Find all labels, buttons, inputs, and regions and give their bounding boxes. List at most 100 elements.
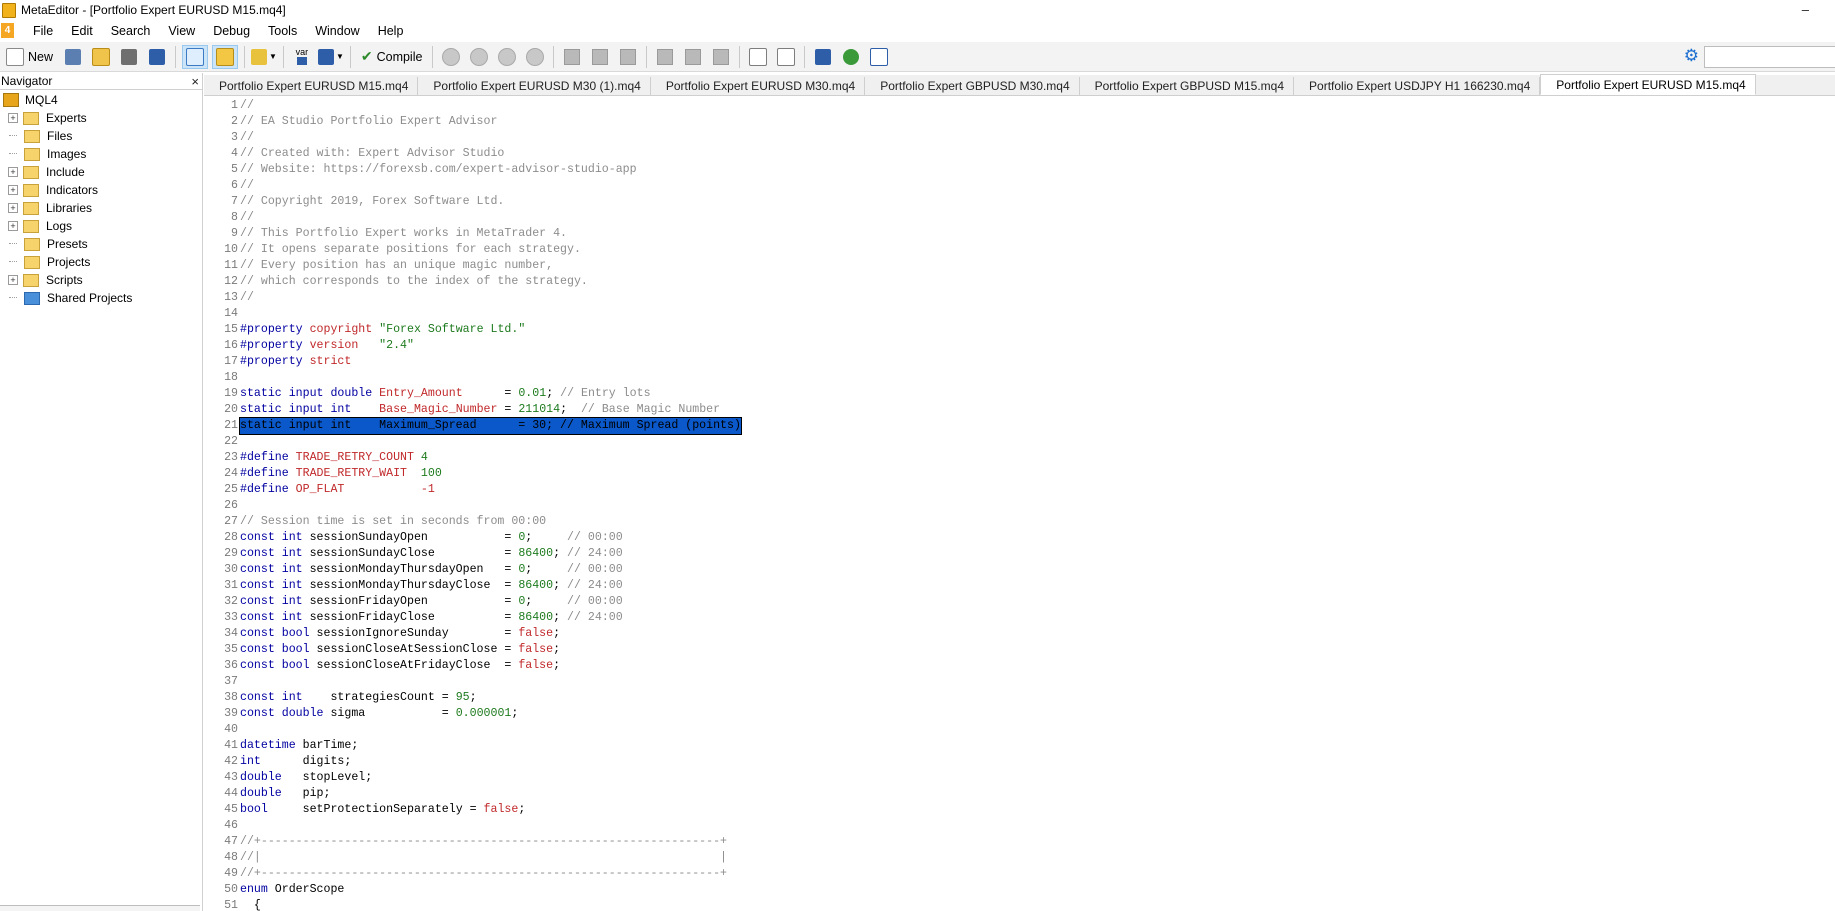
tab-2[interactable]: Portfolio Expert EURUSD M30 (1).mq4 [418,77,651,95]
search-input[interactable] [1704,46,1835,68]
code-line[interactable]: 12// which corresponds to the index of t… [204,274,1835,290]
expand-icon[interactable]: + [8,185,18,195]
code-area[interactable]: 1//2// EA Studio Portfolio Expert Adviso… [204,98,1835,911]
code-line[interactable]: 37 [204,674,1835,690]
code-line[interactable]: 4// Created with: Expert Advisor Studio [204,146,1835,162]
code-line[interactable]: 6// [204,178,1835,194]
code-line[interactable]: 3// [204,130,1835,146]
menu-help[interactable]: Help [369,24,413,38]
code-line[interactable]: 39 const double sigma = 0.000001; [204,706,1835,722]
tab-6[interactable]: Portfolio Expert USDJPY H1 166230.mq4 [1294,77,1541,95]
code-line[interactable]: 11// Every position has an unique magic … [204,258,1835,274]
tab-4[interactable]: Portfolio Expert GBPUSD M30.mq4 [865,77,1080,95]
styler-button[interactable]: ▼ [251,46,277,68]
tab-3[interactable]: Portfolio Expert EURUSD M30.mq4 [651,77,866,95]
stop-button[interactable] [523,46,547,68]
code-line[interactable]: 34 const bool sessionIgnoreSunday = false… [204,626,1835,642]
code-line[interactable]: 19 static input double Entry_Amount = 0.0… [204,386,1835,402]
save-all-button[interactable] [145,46,169,68]
new-from-template-button[interactable] [61,46,85,68]
menu-tools[interactable]: Tools [259,24,306,38]
navigator-toggle-button[interactable] [182,44,209,69]
play-button[interactable] [467,46,491,68]
code-line[interactable]: 50 enum OrderScope [204,882,1835,898]
compile-button[interactable]: ✔ Compile [357,46,427,68]
code-line[interactable]: 10// It opens separate positions for eac… [204,242,1835,258]
step-out-button[interactable] [616,46,640,68]
tab-1[interactable]: Portfolio Expert EURUSD M15.mq4 [204,77,419,95]
start-debug-button[interactable] [439,46,463,68]
code-line[interactable]: 44 double pip; [204,786,1835,802]
code-line[interactable]: 15 #property copyright "Forex Software Lt… [204,322,1835,338]
tree-root-mql4[interactable]: MQL4 [0,91,202,109]
insert-function-button[interactable]: ▼ [317,46,344,68]
menu-edit[interactable]: Edit [62,24,102,38]
code-line[interactable]: 2// EA Studio Portfolio Expert Advisor [204,114,1835,130]
close-icon[interactable]: × [191,74,199,89]
code-line[interactable]: 23 #define TRADE_RETRY_COUNT 4 [204,450,1835,466]
code-line[interactable]: 24 #define TRADE_RETRY_WAIT 100 [204,466,1835,482]
navigator-item-logs[interactable]: + Logs [0,217,202,235]
navigator-item-experts[interactable]: + Experts [0,109,202,127]
minimize-button[interactable]: – [1802,2,1809,17]
code-line[interactable]: 14 [204,306,1835,322]
expand-icon[interactable]: + [8,167,18,177]
clear-breakpoints-button[interactable] [709,46,733,68]
code-line[interactable]: 42 int digits; [204,754,1835,770]
chart-button[interactable] [867,46,891,68]
code-line[interactable]: 31 const int sessionMondayThursdayClose =… [204,578,1835,594]
pause-button[interactable] [495,46,519,68]
menu-debug[interactable]: Debug [204,24,259,38]
code-styler-button[interactable] [811,46,835,68]
expand-icon[interactable]: + [8,221,18,231]
navigator-item-scripts[interactable]: + Scripts [0,271,202,289]
toggle-breakpoint-button[interactable] [653,46,677,68]
find-button[interactable] [774,46,798,68]
navigator-item-libraries[interactable]: + Libraries [0,199,202,217]
save-button[interactable] [117,46,141,68]
step-over-button[interactable] [588,46,612,68]
toolbox-toggle-button[interactable] [212,44,239,69]
code-line[interactable]: 20 static input int Base_Magic_Number = 2… [204,402,1835,418]
check-button[interactable] [839,46,863,68]
menu-search[interactable]: Search [102,24,160,38]
tab-active[interactable]: Portfolio Expert EURUSD M15.mq4 [1540,74,1756,95]
navigator-item-presets[interactable]: Presets [0,235,202,253]
code-line[interactable]: 1// [204,98,1835,114]
code-line[interactable]: 26 [204,498,1835,514]
menu-file[interactable]: File [24,24,62,38]
navigator-bottom-tabs[interactable] [0,905,200,911]
menu-window[interactable]: Window [306,24,368,38]
code-editor[interactable]: 1//2// EA Studio Portfolio Expert Adviso… [204,97,1835,911]
code-line[interactable]: 45 bool setProtectionSeparately = false; [204,802,1835,818]
code-line[interactable]: 40 [204,722,1835,738]
navigator-item-shared-projects[interactable]: Shared Projects [0,289,202,307]
code-line[interactable]: 49//+-----------------------------------… [204,866,1835,882]
code-line[interactable]: 9// This Portfolio Expert works in MetaT… [204,226,1835,242]
settings-gear-icon[interactable]: ⚙ [1684,46,1699,66]
code-line[interactable]: 33 const int sessionFridayClose = 86400; … [204,610,1835,626]
open-button[interactable] [89,46,113,68]
code-line[interactable]: 22 [204,434,1835,450]
code-line[interactable]: 47//+-----------------------------------… [204,834,1835,850]
navigator-item-files[interactable]: Files [0,127,202,145]
code-line[interactable]: 5// Website: https://forexsb.com/expert-… [204,162,1835,178]
tab-5[interactable]: Portfolio Expert GBPUSD M15.mq4 [1080,77,1295,95]
navigator-item-indicators[interactable]: + Indicators [0,181,202,199]
code-line[interactable]: 7// Copyright 2019, Forex Software Ltd. [204,194,1835,210]
expand-icon[interactable]: + [8,203,18,213]
code-line[interactable]: 32 const int sessionFridayOpen = 0; // 00… [204,594,1835,610]
code-line[interactable]: 17 #property strict [204,354,1835,370]
next-breakpoint-button[interactable] [681,46,705,68]
code-line[interactable]: 18 [204,370,1835,386]
code-line[interactable]: 48//| | [204,850,1835,866]
new-button[interactable]: New [2,46,57,68]
code-line[interactable]: 16 #property version "2.4" [204,338,1835,354]
expand-icon[interactable]: + [8,113,18,123]
navigator-item-images[interactable]: Images [0,145,202,163]
code-line[interactable]: 36 const bool sessionCloseAtFridayClose =… [204,658,1835,674]
code-line[interactable]: 46 [204,818,1835,834]
code-line[interactable]: 27// Session time is set in seconds from… [204,514,1835,530]
code-line[interactable]: 38 const int strategiesCount = 95; [204,690,1835,706]
code-line-selected[interactable]: 21 static input int Maximum_Spread = 30; … [204,417,1835,435]
